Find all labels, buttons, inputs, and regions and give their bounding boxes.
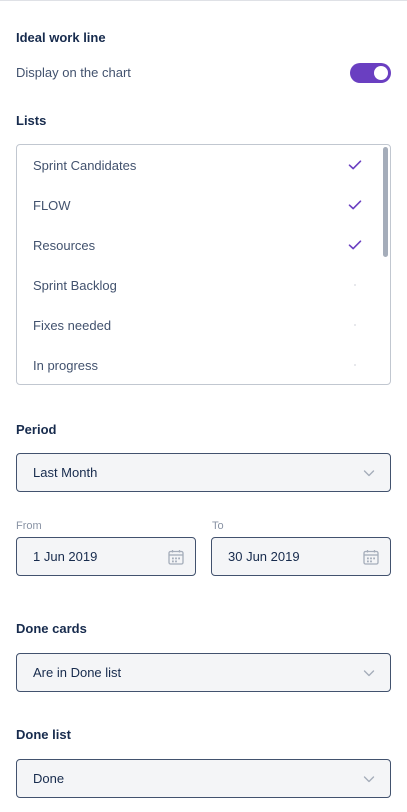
- to-date-value: 30 Jun 2019: [228, 549, 300, 564]
- check-icon: [348, 238, 362, 252]
- unchecked-icon: [348, 358, 362, 372]
- from-label: From: [16, 520, 42, 532]
- from-date-value: 1 Jun 2019: [33, 549, 98, 564]
- unchecked-icon: [348, 278, 362, 292]
- unchecked-icon: [348, 318, 362, 332]
- calendar-icon[interactable]: [362, 548, 380, 566]
- done-list-select-value: Done: [33, 771, 65, 786]
- list-item[interactable]: FLOW: [17, 185, 382, 225]
- to-label: To: [212, 520, 224, 532]
- chevron-down-icon: [362, 772, 376, 786]
- chevron-down-icon: [362, 466, 376, 480]
- done-cards-select[interactable]: Are in Done list: [16, 653, 391, 692]
- lists-heading: Lists: [16, 113, 47, 128]
- list-item[interactable]: Sprint Backlog: [17, 265, 382, 305]
- to-date-input[interactable]: 30 Jun 2019: [211, 537, 391, 576]
- list-item-label: Sprint Backlog: [33, 277, 117, 293]
- lists-scrollbar[interactable]: [382, 145, 388, 384]
- list-item[interactable]: In progress: [17, 345, 382, 384]
- check-icon: [348, 198, 362, 212]
- calendar-icon[interactable]: [167, 548, 185, 566]
- done-list-select[interactable]: Done: [16, 759, 391, 798]
- display-on-chart-label: Display on the chart: [16, 65, 131, 80]
- ideal-work-line-heading: Ideal work line: [16, 30, 106, 45]
- list-item-label: FLOW: [33, 197, 71, 213]
- chevron-down-icon: [362, 666, 376, 680]
- list-item-label: Fixes needed: [33, 317, 112, 333]
- list-item[interactable]: Fixes needed: [17, 305, 382, 345]
- top-divider: [0, 0, 407, 1]
- check-icon: [348, 158, 362, 172]
- period-select[interactable]: Last Month: [16, 453, 391, 492]
- period-heading: Period: [16, 422, 57, 437]
- done-cards-heading: Done cards: [16, 621, 87, 636]
- lists-multiselect[interactable]: Sprint Candidates FLOW Resources Sprint …: [16, 144, 391, 385]
- toggle-knob: [374, 66, 388, 80]
- list-item[interactable]: Sprint Candidates: [17, 145, 382, 185]
- done-list-heading: Done list: [16, 727, 71, 742]
- scrollbar-thumb[interactable]: [383, 147, 388, 257]
- done-cards-select-value: Are in Done list: [33, 665, 122, 680]
- display-on-chart-toggle[interactable]: [350, 63, 391, 83]
- list-item-label: Resources: [33, 237, 96, 253]
- from-date-input[interactable]: 1 Jun 2019: [16, 537, 196, 576]
- period-select-value: Last Month: [33, 465, 98, 480]
- list-item-label: In progress: [33, 357, 99, 373]
- list-item-label: Sprint Candidates: [33, 157, 137, 173]
- list-item[interactable]: Resources: [17, 225, 382, 265]
